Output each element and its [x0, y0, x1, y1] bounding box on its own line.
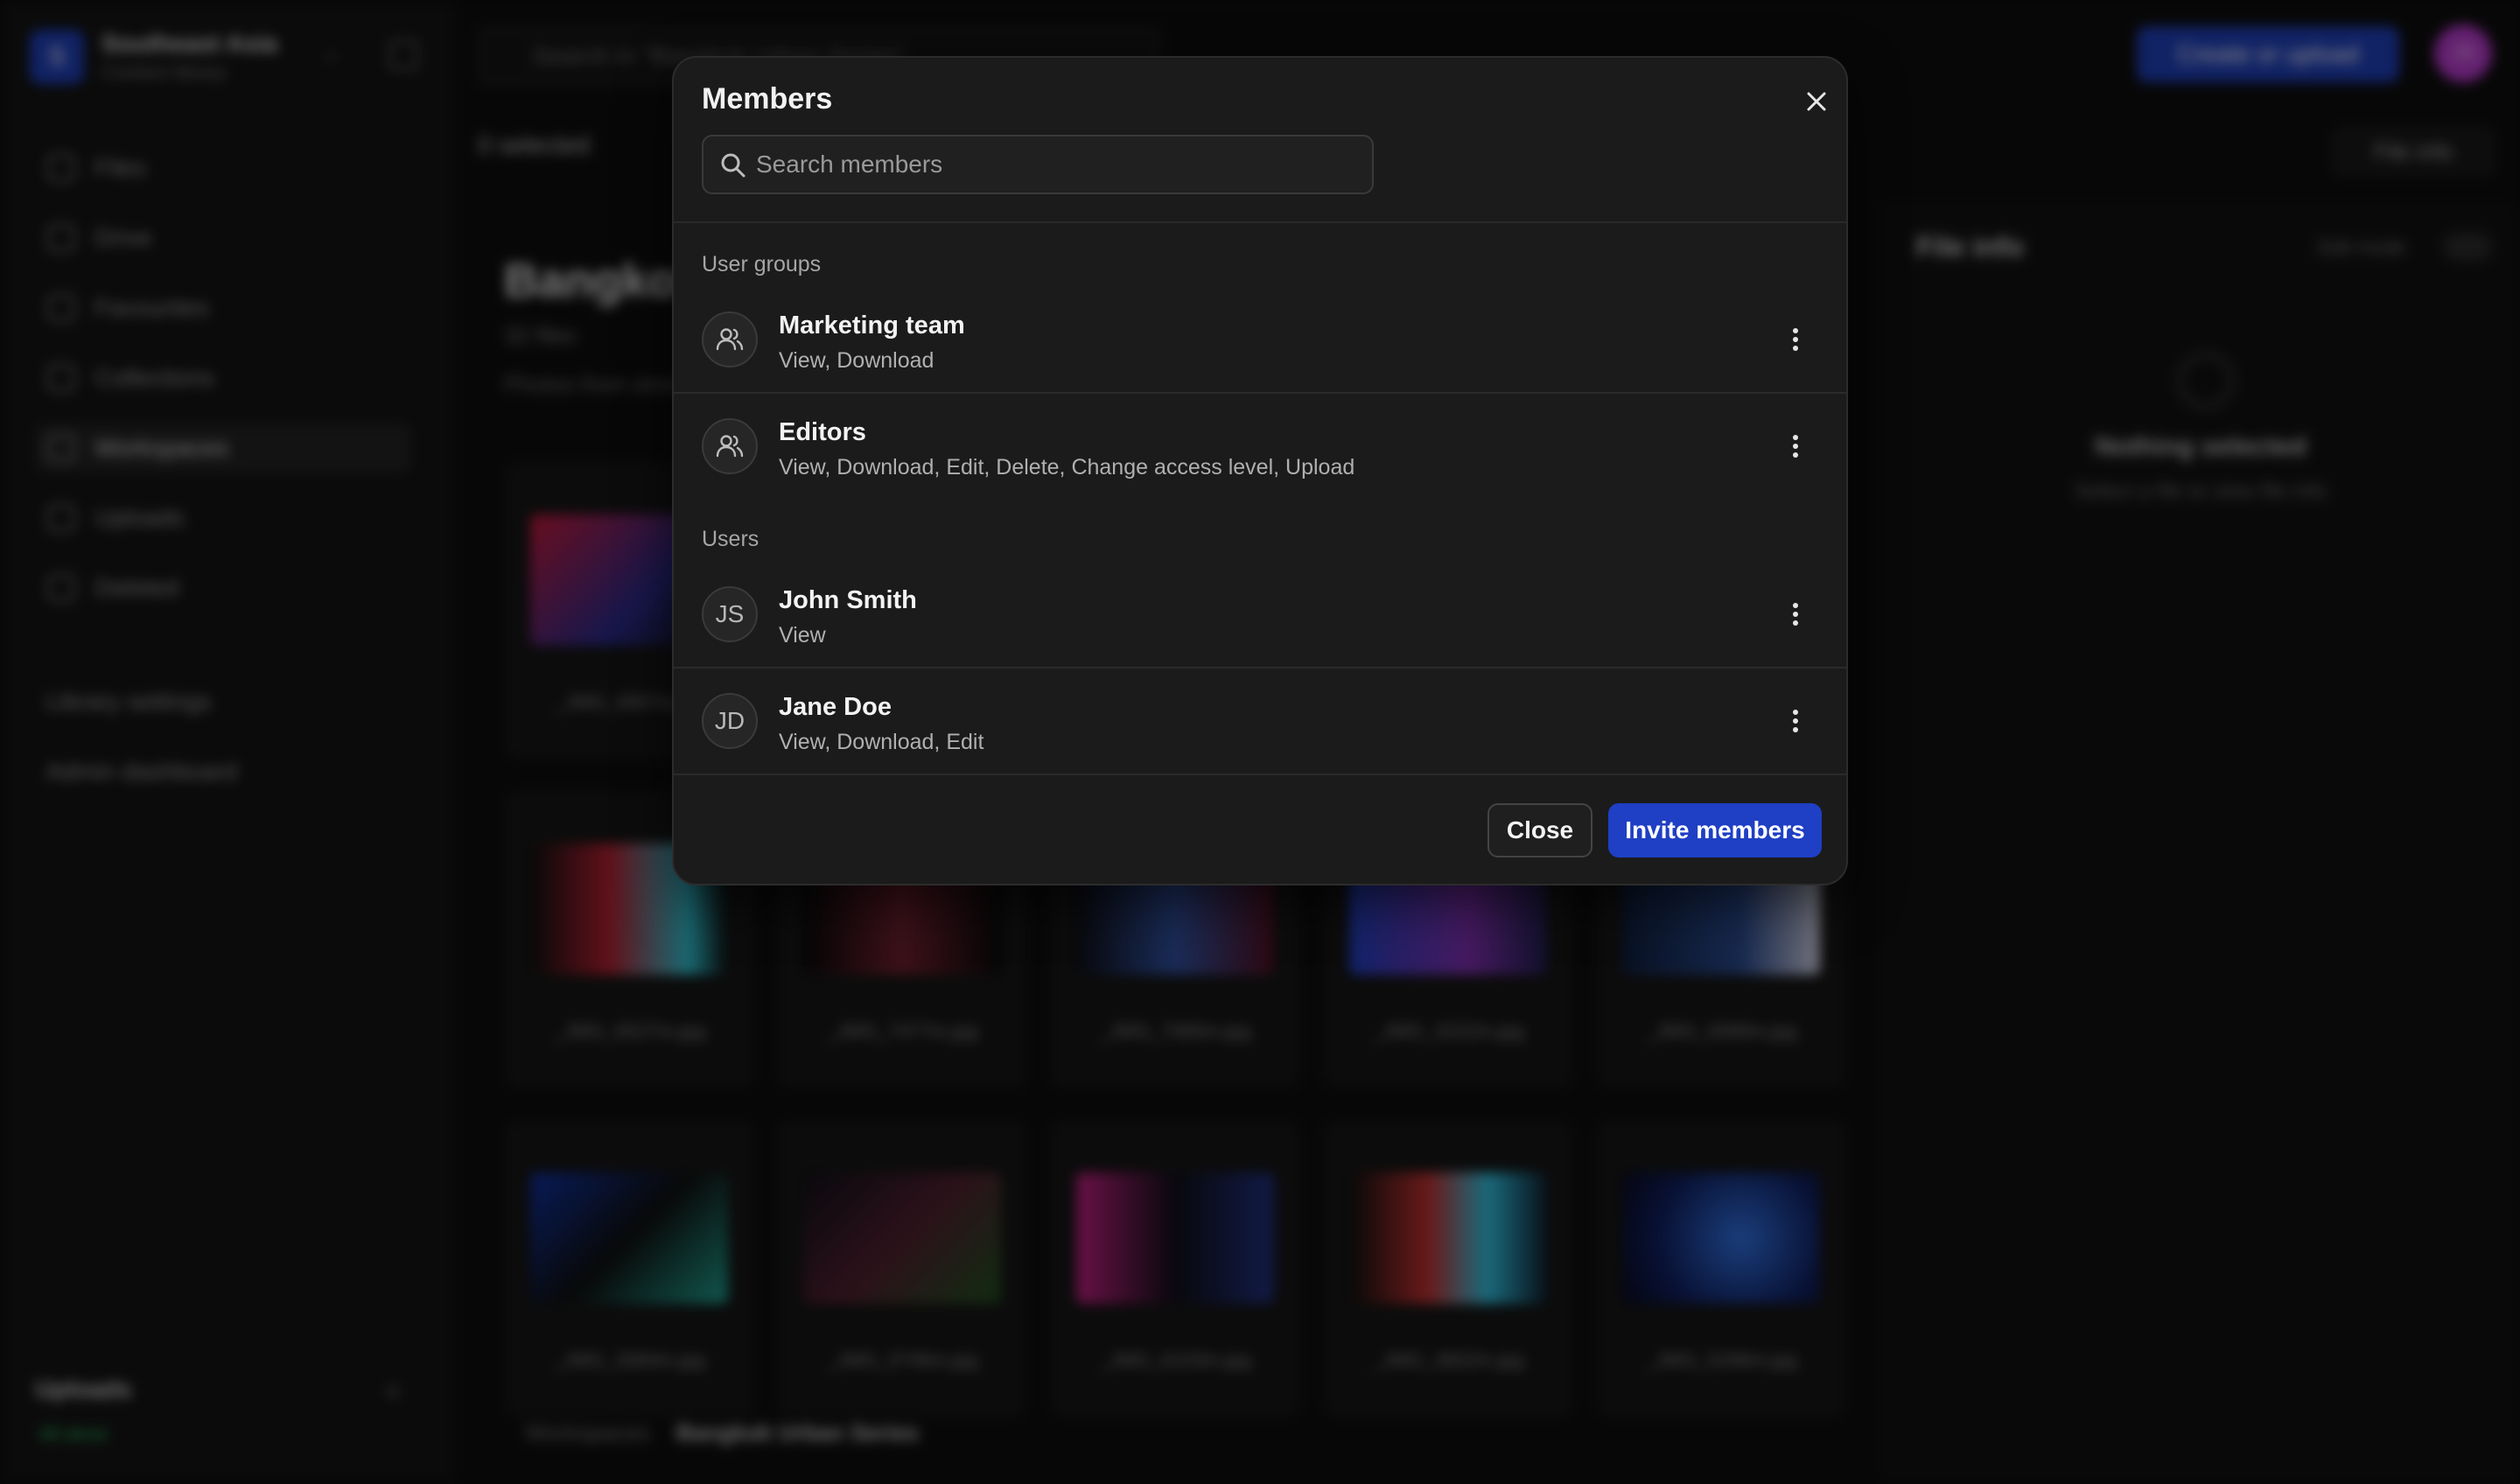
member-permissions: View, Download, Edit [779, 730, 984, 754]
invite-members-button[interactable]: Invite members [1608, 803, 1822, 858]
search-members-field[interactable] [702, 135, 1374, 194]
member-name: Jane Doe [779, 693, 892, 721]
list-item[interactable]: Editors View, Download, Edit, Delete, Ch… [674, 394, 1846, 499]
close-icon[interactable] [1796, 80, 1838, 122]
more-vertical-icon[interactable] [1776, 702, 1815, 740]
close-button[interactable]: Close [1488, 803, 1592, 858]
member-permissions: View, Download, Edit, Delete, Change acc… [779, 455, 1355, 480]
member-name: John Smith [779, 586, 917, 614]
more-vertical-icon[interactable] [1776, 320, 1815, 359]
more-vertical-icon[interactable] [1776, 595, 1815, 634]
search-members-input[interactable] [756, 136, 1360, 192]
member-permissions: View [779, 623, 826, 648]
dialog-title: Members [702, 82, 833, 116]
member-name: Editors [779, 418, 866, 446]
divider [674, 221, 1846, 223]
list-item[interactable]: Marketing team View, Download [674, 287, 1846, 392]
members-dialog: Members User groups Marketing team View,… [672, 56, 1848, 886]
users-group-icon [702, 312, 758, 368]
member-name: Marketing team [779, 312, 965, 340]
list-item[interactable]: JS John Smith View [674, 562, 1846, 667]
users-group-icon [702, 418, 758, 474]
avatar: JS [702, 586, 758, 642]
section-label-users: Users [702, 527, 760, 551]
divider [674, 774, 1846, 775]
section-label-user-groups: User groups [702, 252, 822, 276]
list-item[interactable]: JD Jane Doe View, Download, Edit [674, 668, 1846, 774]
member-permissions: View, Download [779, 348, 934, 373]
avatar: JD [702, 693, 758, 749]
more-vertical-icon[interactable] [1776, 427, 1815, 466]
search-icon [719, 151, 747, 184]
